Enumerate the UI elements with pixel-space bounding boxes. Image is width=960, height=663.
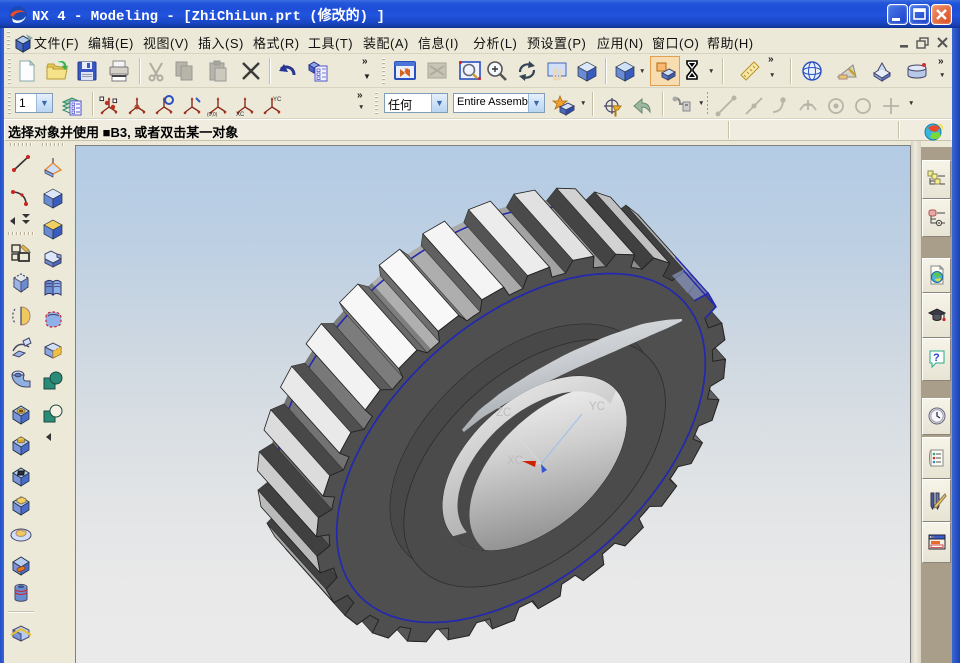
svg-text:YC: YC [589, 401, 605, 413]
svg-text:?: ? [933, 352, 940, 364]
svg-text:ZC: ZC [496, 407, 511, 419]
svg-text:XC: XC [236, 112, 245, 118]
svg-text:XC: XC [507, 455, 523, 467]
svg-text:(0,0): (0,0) [207, 112, 218, 118]
svg-text:YC: YC [273, 97, 282, 103]
